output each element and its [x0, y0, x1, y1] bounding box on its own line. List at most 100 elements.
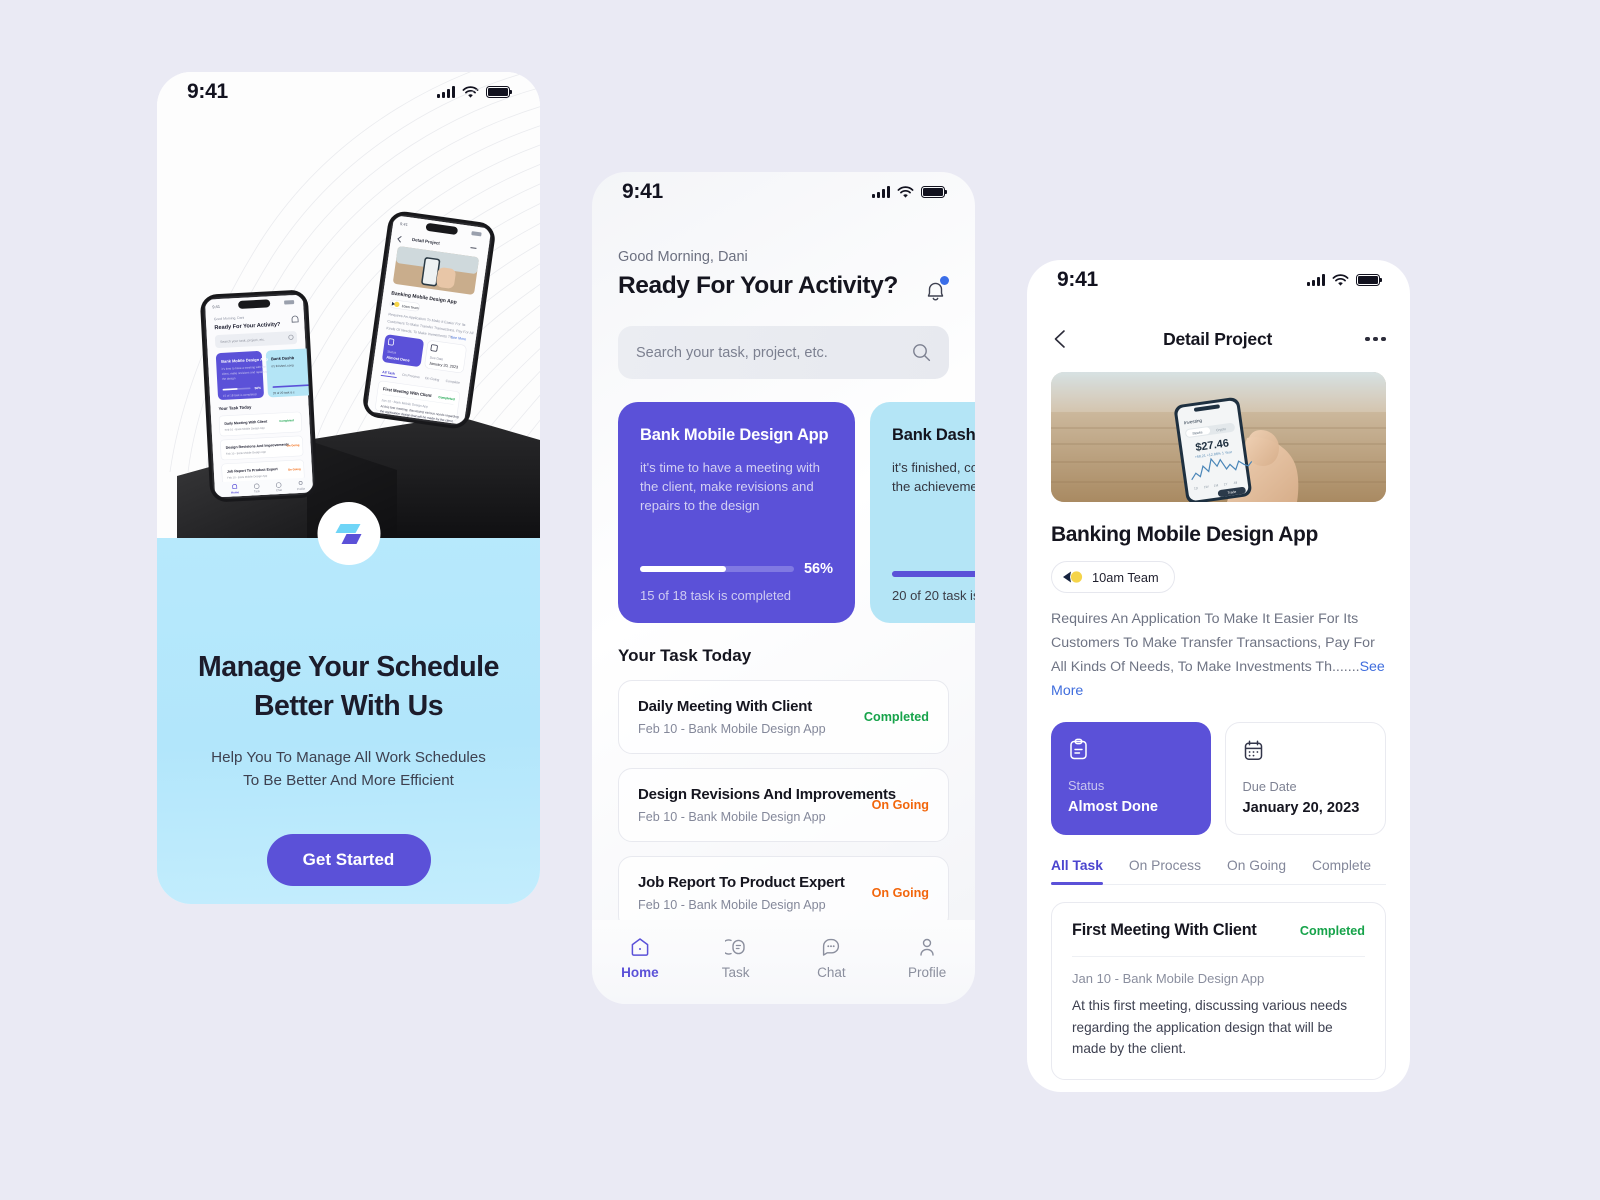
project-card-title: Bank Dashboard Design — [892, 426, 975, 444]
svg-text:Task: Task — [254, 489, 261, 493]
status-badge: Completed — [863, 710, 929, 724]
task-name: Job Report To Product Expert — [638, 874, 845, 891]
page-title: Manage Your Schedule Better With Us — [157, 538, 540, 727]
status-badge: On Going — [871, 798, 929, 812]
battery-icon — [921, 186, 948, 198]
svg-text:1W: 1W — [1204, 485, 1209, 490]
signal-icon — [872, 186, 890, 198]
greeting-text: Good Morning, Dani — [618, 249, 748, 265]
status-card[interactable]: Status Almost Done — [1051, 722, 1211, 836]
nav-bar: Detail Project — [1051, 328, 1386, 350]
search-input[interactable] — [636, 344, 912, 361]
svg-text:Profile: Profile — [297, 487, 306, 491]
notification-dot — [940, 276, 949, 285]
divider — [1072, 956, 1365, 958]
task-list-item[interactable]: Job Report To Product Expert Feb 10 - Ba… — [618, 856, 949, 930]
more-horizontal-icon[interactable] — [1365, 336, 1386, 342]
task-list-item[interactable]: Design Revisions And Improvements Feb 10… — [618, 768, 949, 842]
profile-icon — [920, 938, 934, 956]
project-card-footer: 20 of 20 task is completed — [892, 571, 975, 603]
page-subtitle: Help You To Manage All Work Schedules To… — [157, 746, 540, 793]
team-label: 10am Team — [1092, 569, 1159, 585]
tab-on-process[interactable]: On Process — [1129, 858, 1201, 884]
tab-all-task[interactable]: All Task — [1051, 858, 1103, 886]
project-card[interactable]: Bank Dashboard Design it's finished, con… — [870, 402, 975, 623]
search-icon — [913, 344, 931, 362]
progress-percent: 56% — [803, 561, 833, 577]
page-title: Detail Project — [1163, 328, 1273, 349]
team-logo-icon — [1063, 571, 1083, 583]
tab-profile[interactable]: Profile — [892, 936, 962, 980]
card-value: Almost Done — [1068, 799, 1158, 816]
app-logo-icon — [335, 523, 362, 544]
page-headline: Ready For Your Activity? — [618, 272, 898, 299]
project-title: Banking Mobile Design App — [1051, 523, 1318, 546]
project-description: Requires An Application To Make It Easie… — [1051, 608, 1386, 703]
task-name: Daily Meeting With Client — [638, 698, 813, 715]
progress-bar — [892, 571, 975, 577]
project-card-title: Bank Mobile Design App — [640, 426, 829, 444]
task-info: Design Revisions And Improvements Feb 10… — [638, 786, 896, 824]
svg-text:On Going: On Going — [287, 443, 300, 448]
tab-label: Chat — [817, 965, 846, 980]
status-bar: 9:41 — [1027, 260, 1410, 300]
title-line-1: Manage Your Schedule — [198, 651, 499, 683]
tab-home[interactable]: Home — [605, 936, 675, 980]
svg-text:the design: the design — [222, 376, 236, 381]
wifi-icon — [897, 185, 914, 198]
title-line-2: Better With Us — [253, 690, 444, 723]
project-card-description: it's time to have a meeting with the cli… — [640, 460, 820, 514]
onboarding-screen: 9:41 9:41 Detail Project Banking Mobile … — [157, 72, 540, 904]
task-subtitle: Feb 10 - Bank Mobile Design App — [638, 810, 826, 824]
subtitle-line-1: Help You To Manage All Work Schedules — [211, 748, 486, 766]
card-value: January 20, 2023 — [1242, 800, 1360, 817]
task-info: Daily Meeting With Client Feb 10 - Bank … — [638, 698, 826, 736]
chat-icon — [823, 938, 840, 956]
search-bar[interactable] — [618, 326, 949, 379]
task-filter-tabs: All Task On Process On Going Complete — [1051, 858, 1386, 886]
status-badge: Completed — [1299, 923, 1365, 938]
description-text: Requires An Application To Make It Easie… — [1051, 611, 1375, 675]
tab-label: Home — [621, 965, 659, 980]
tab-task[interactable]: Task — [701, 936, 771, 980]
svg-text:Chat: Chat — [276, 488, 283, 492]
task-icon — [724, 939, 745, 955]
notification-bell-button[interactable] — [922, 276, 949, 304]
team-badge[interactable]: 10am Team — [1051, 561, 1175, 593]
tab-complete[interactable]: Complete — [1312, 858, 1371, 884]
get-started-button[interactable]: Get Started — [266, 833, 431, 886]
tab-chat[interactable]: Chat — [796, 936, 866, 980]
project-card-meta: 20 of 20 task is completed — [892, 588, 975, 603]
task-list-item[interactable]: Daily Meeting With Client Feb 10 - Bank … — [618, 680, 949, 754]
svg-text:Home: Home — [231, 490, 240, 494]
svg-text:9:41: 9:41 — [212, 304, 221, 309]
onboarding-panel: Manage Your Schedule Better With Us Help… — [157, 502, 540, 904]
cover-illustration: Investing Stocks Crypto $27.46 +68.21 +1… — [1051, 372, 1386, 502]
project-card[interactable]: Bank Mobile Design App it's time to have… — [618, 402, 855, 623]
home-screen: 9:41 Good Morning, Dani Ready For Your A… — [592, 172, 975, 1004]
task-info: Job Report To Product Expert Feb 10 - Ba… — [638, 874, 845, 912]
project-card-meta: 15 of 18 task is completed — [640, 588, 792, 603]
chevron-left-icon[interactable] — [1051, 328, 1070, 350]
status-badge: On Going — [871, 886, 929, 900]
task-name: Design Revisions And Improvements — [638, 786, 896, 803]
signal-icon — [1307, 274, 1325, 286]
progress-row — [892, 571, 975, 577]
tab-on-going[interactable]: On Going — [1227, 858, 1286, 884]
section-title: Your Task Today — [618, 646, 752, 665]
svg-text:56%: 56% — [254, 386, 261, 390]
project-cards-carousel[interactable]: Bank Mobile Design App it's time to have… — [618, 402, 975, 623]
subtitle-line-2: To Be Better And More Efficient — [243, 772, 454, 790]
home-icon — [631, 938, 649, 956]
status-bar: 9:41 — [592, 172, 975, 212]
card-label: Status — [1068, 778, 1105, 794]
status-bar-time: 9:41 — [622, 180, 663, 203]
app-logo-badge — [317, 502, 380, 565]
detail-task-card[interactable]: First Meeting With Client Completed Jan … — [1051, 902, 1386, 1081]
detail-task-header: First Meeting With Client Completed — [1072, 921, 1365, 940]
project-card-footer: 56% 15 of 18 task is completed — [640, 561, 833, 603]
onboarding-hero: 9:41 9:41 Detail Project Banking Mobile … — [157, 72, 540, 538]
detail-project-screen: 9:41 Detail Project Investing Stocks Cry… — [1027, 260, 1410, 1092]
due-date-card[interactable]: Due Date January 20, 2023 — [1224, 722, 1386, 836]
card-label: Due Date — [1242, 779, 1297, 795]
